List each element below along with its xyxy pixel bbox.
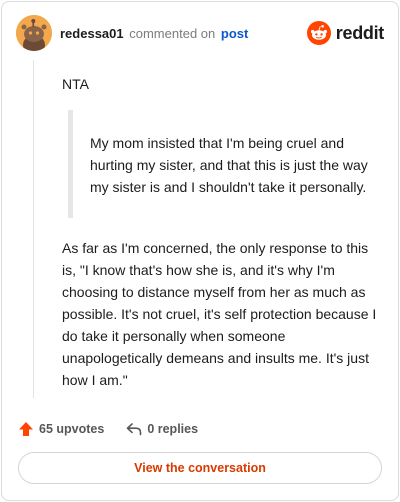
reply-button[interactable]: 0 replies <box>126 421 198 437</box>
comment-quote: My mom insisted that I'm being cruel and… <box>68 110 380 218</box>
reddit-logo[interactable]: reddit <box>306 21 385 45</box>
comment-actions: 65 upvotes 0 replies <box>18 418 198 440</box>
comment-paragraph: As far as I'm concerned, the only respon… <box>62 240 377 388</box>
reply-arrow-icon <box>127 423 142 436</box>
comment-body: NTA <box>62 74 382 94</box>
user-avatar[interactable] <box>16 15 52 51</box>
upvote-button[interactable]: 65 upvotes <box>18 421 104 437</box>
upvote-arrow-icon <box>19 422 33 436</box>
snoo-avatar-icon <box>16 15 52 51</box>
commented-label: commented on <box>129 25 216 41</box>
view-conversation-button[interactable]: View the conversation <box>18 452 382 484</box>
username[interactable]: redessa01 <box>60 26 124 41</box>
reddit-snoo-icon <box>306 21 331 45</box>
reply-count: 0 replies <box>147 422 199 436</box>
comment-header: redessa01 commented on post reddit <box>16 14 384 52</box>
upvote-count: 65 upvotes <box>39 422 105 436</box>
post-link[interactable]: post <box>221 26 248 41</box>
reddit-wordmark: reddit <box>335 22 385 43</box>
thread-line <box>33 60 34 398</box>
header-text: redessa01 commented on post <box>60 26 248 41</box>
comment-first-line: NTA <box>62 76 89 92</box>
